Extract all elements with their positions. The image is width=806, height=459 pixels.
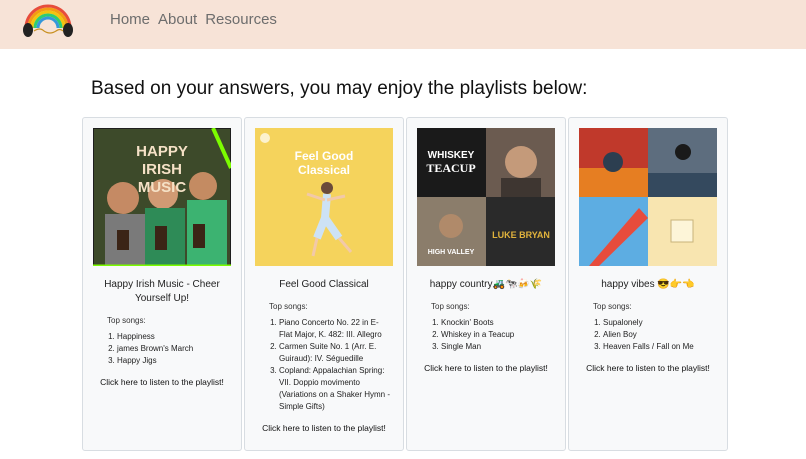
playlist-cover-classical[interactable]: Feel Good Classical bbox=[255, 128, 393, 266]
playlist-card-classical: Feel Good Classical Feel Good Classical … bbox=[244, 117, 404, 451]
song-item: Alien Boy bbox=[603, 329, 715, 341]
playlist-title: Happy Irish Music - Cheer Yourself Up! bbox=[104, 279, 220, 304]
playlist-cover-irish[interactable]: HAPPY IRISH MUSIC bbox=[93, 128, 231, 266]
cover-text-feel-good: Feel Good bbox=[295, 149, 354, 163]
playlist-card-country: WHISKEY TEACUP HIGH VALLEY LUKE BRYAN ha… bbox=[406, 117, 566, 451]
song-item: Piano Concerto No. 22 in E-Flat Major, K… bbox=[279, 317, 391, 341]
song-item: james Brown's March bbox=[117, 343, 229, 355]
listen-playlist-link[interactable]: Click here to listen to the playlist! bbox=[407, 363, 565, 373]
listen-playlist-link[interactable]: Click here to listen to the playlist! bbox=[245, 423, 403, 433]
cover-text-whiskey: WHISKEY bbox=[428, 150, 475, 161]
cover-text-happy: HAPPY bbox=[136, 143, 188, 160]
top-songs-list: Happiness james Brown's March Happy Jigs bbox=[83, 331, 229, 367]
playlist-card-vibes: happy vibes 😎👉👈 Top songs: Supalonely Al… bbox=[568, 117, 728, 451]
top-songs-label: Top songs: bbox=[431, 302, 470, 311]
cover-text-high-valley: HIGH VALLEY bbox=[428, 249, 475, 256]
cover-text-irish: IRISH bbox=[142, 161, 182, 178]
nav-about-link[interactable]: About bbox=[158, 11, 197, 28]
listen-playlist-link[interactable]: Click here to listen to the playlist! bbox=[83, 377, 241, 387]
top-songs-label: Top songs: bbox=[107, 316, 146, 325]
song-item: Knockin' Boots bbox=[441, 317, 553, 329]
playlist-card-irish: HAPPY IRISH MUSIC Happy Irish Music - Ch… bbox=[82, 117, 242, 451]
song-item: Happy Jigs bbox=[117, 355, 229, 367]
song-item: Carmen Suite No. 1 (Arr. E. Guiraud): IV… bbox=[279, 341, 391, 365]
nav-links: Home About Resources bbox=[110, 11, 277, 28]
cover-text-luke-bryan: LUKE BRYAN bbox=[492, 230, 550, 240]
song-item: Happiness bbox=[117, 331, 229, 343]
top-songs-list: Supalonely Alien Boy Heaven Falls / Fall… bbox=[569, 317, 715, 353]
top-songs-list: Knockin' Boots Whiskey in a Teacup Singl… bbox=[407, 317, 553, 353]
cover-text-music: MUSIC bbox=[138, 179, 187, 196]
song-item: Heaven Falls / Fall on Me bbox=[603, 341, 715, 353]
nav-home-link[interactable]: Home bbox=[110, 11, 150, 28]
playlist-cards: HAPPY IRISH MUSIC Happy Irish Music - Ch… bbox=[82, 117, 730, 451]
navbar: Home About Resources bbox=[0, 0, 806, 49]
top-songs-label: Top songs: bbox=[269, 302, 308, 311]
playlist-title: Feel Good Classical bbox=[279, 279, 369, 290]
top-songs-label: Top songs: bbox=[593, 302, 632, 311]
playlist-cover-vibes[interactable] bbox=[579, 128, 717, 266]
song-item: Copland: Appalachian Spring: VII. Doppio… bbox=[279, 365, 391, 413]
top-songs-list: Piano Concerto No. 22 in E-Flat Major, K… bbox=[245, 317, 391, 413]
song-item: Whiskey in a Teacup bbox=[441, 329, 553, 341]
page-heading: Based on your answers, you may enjoy the… bbox=[91, 78, 588, 99]
rainbow-headphones-logo[interactable] bbox=[20, 0, 76, 40]
song-item: Single Man bbox=[441, 341, 553, 353]
listen-playlist-link[interactable]: Click here to listen to the playlist! bbox=[569, 363, 727, 373]
playlist-title: happy country🚜🐄🍻🌾 bbox=[429, 279, 543, 290]
cover-text-classical: Classical bbox=[298, 163, 350, 177]
song-item: Supalonely bbox=[603, 317, 715, 329]
playlist-title: happy vibes 😎👉👈 bbox=[601, 279, 695, 290]
playlist-cover-country[interactable]: WHISKEY TEACUP HIGH VALLEY LUKE BRYAN bbox=[417, 128, 555, 266]
nav-resources-link[interactable]: Resources bbox=[205, 11, 277, 28]
cover-text-teacup: TEACUP bbox=[426, 161, 475, 175]
